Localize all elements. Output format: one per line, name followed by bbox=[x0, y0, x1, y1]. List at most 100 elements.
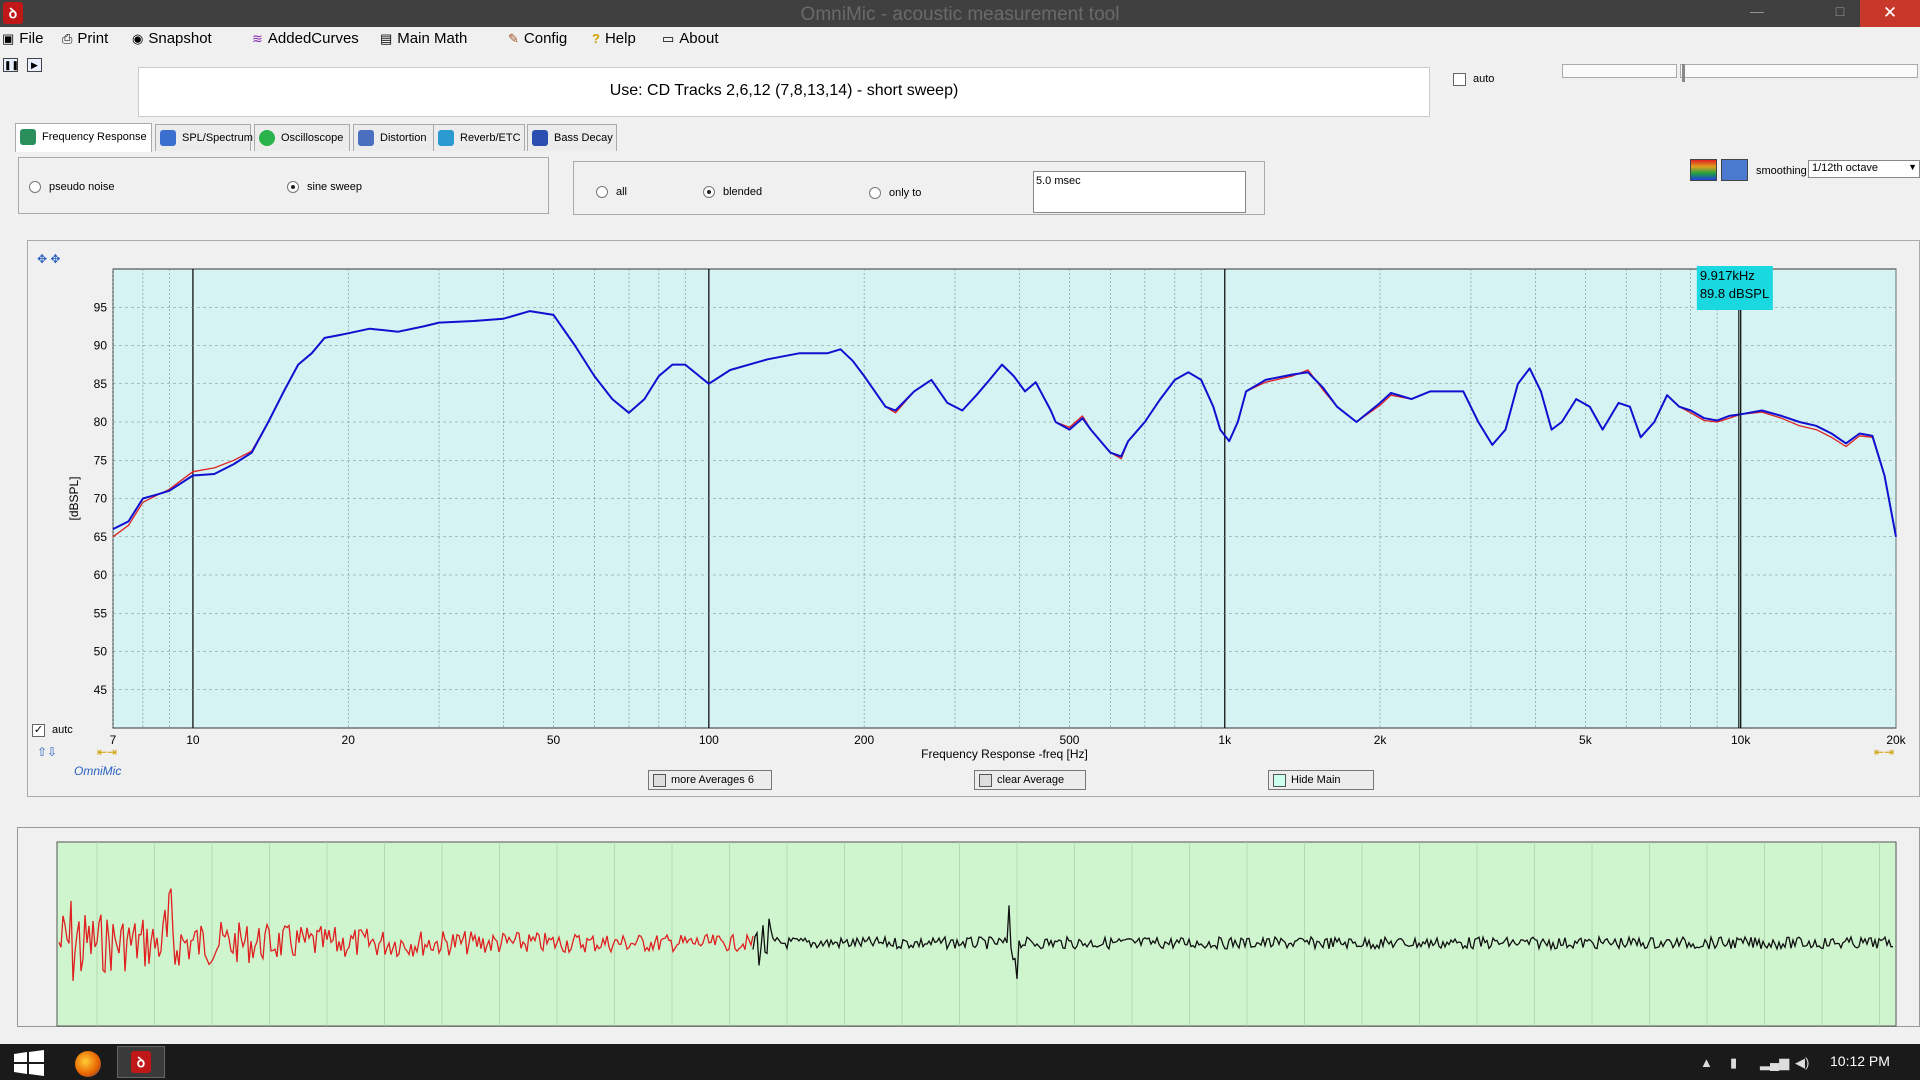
level-slider-left[interactable] bbox=[1562, 64, 1677, 78]
y-tick-label: 80 bbox=[94, 415, 108, 429]
autc-checkbox[interactable]: ✓ bbox=[32, 724, 45, 737]
hide-main-icon bbox=[1273, 774, 1286, 787]
y-shift-arrows-icon[interactable]: ⇧⇩ bbox=[37, 745, 57, 759]
impulse-response-plot[interactable] bbox=[18, 828, 1920, 1028]
x-tick-label: 500 bbox=[1059, 733, 1079, 747]
menu-label: Config bbox=[523, 30, 568, 47]
battery-icon[interactable]: ▮ bbox=[1730, 1055, 1737, 1071]
tab-label: Reverb/ETC bbox=[460, 132, 521, 144]
chevron-up-icon[interactable]: ▲ bbox=[1700, 1055, 1713, 1070]
tab-frequency-response[interactable]: Frequency Response bbox=[15, 123, 152, 152]
smoothing-label: smoothing bbox=[1756, 165, 1807, 177]
menu-print[interactable]: ⎙ Print bbox=[62, 30, 108, 50]
chevron-down-icon: ▼ bbox=[1908, 162, 1917, 172]
radio-circle bbox=[29, 181, 41, 194]
tab-label: Frequency Response bbox=[42, 131, 147, 143]
menu-snapshot[interactable]: ◉ Snapshot bbox=[132, 30, 212, 50]
x-tick-label: 50 bbox=[547, 733, 561, 747]
distortion-icon bbox=[358, 130, 374, 146]
radio-label: pseudo noise bbox=[49, 181, 115, 193]
menu-label: Help bbox=[604, 30, 636, 47]
tab-distortion[interactable]: Distortion bbox=[353, 124, 445, 151]
oscilloscope-icon bbox=[259, 130, 275, 146]
taskbar bbox=[0, 1044, 1920, 1080]
pause-icon[interactable]: ❚❚ bbox=[3, 58, 19, 72]
x-shift-left-arrows-icon[interactable]: ⇤⇥ bbox=[97, 745, 117, 759]
volume-icon[interactable]: ◀) bbox=[1795, 1055, 1809, 1071]
signal-group: pseudo noise sine sweep bbox=[18, 157, 549, 214]
sine-sweep-radio[interactable]: sine sweep bbox=[287, 181, 363, 194]
menu-about[interactable]: ▭ About bbox=[662, 30, 719, 50]
minimize-button[interactable]: — bbox=[1742, 0, 1772, 22]
menu-help[interactable]: ? Help bbox=[592, 30, 636, 50]
window-time-input[interactable]: 5.0 msec bbox=[1033, 171, 1246, 213]
x-tick-label: 100 bbox=[699, 733, 719, 747]
button-label: clear Average bbox=[997, 774, 1065, 786]
slider-thumb[interactable] bbox=[1682, 64, 1685, 82]
tab-bass-decay[interactable]: Bass Decay bbox=[527, 124, 617, 151]
clear-average-button[interactable]: clear Average bbox=[974, 770, 1086, 790]
reverb-icon bbox=[438, 130, 454, 146]
floppy-icon: ▣ bbox=[2, 31, 15, 46]
y-tick-label: 75 bbox=[94, 453, 108, 467]
frequency-response-chart[interactable]: 45505560657075808590957 10 20 50 100 200 500 1k… bbox=[28, 241, 1920, 798]
pseudo-noise-radio[interactable]: pseudo noise bbox=[29, 181, 115, 194]
menu-label: About bbox=[679, 30, 719, 47]
radio-label: blended bbox=[723, 186, 763, 198]
menu-label: Snapshot bbox=[148, 30, 212, 47]
radio-label: all bbox=[616, 186, 628, 198]
chart-panel: 45 50 55 60 65 70 75 80 85 90 95 7 10 20 50 100 200 500 1k… bbox=[27, 240, 1920, 797]
menu-file[interactable]: ▣ File bbox=[2, 30, 43, 50]
hide-main-button[interactable]: Hide Main bbox=[1268, 770, 1374, 790]
menu-addedcurves[interactable]: ≋ AddedCurves bbox=[252, 30, 359, 50]
blended-radio[interactable]: blended bbox=[703, 186, 763, 199]
menu-label: File bbox=[19, 30, 44, 47]
tab-oscilloscope[interactable]: Oscilloscope bbox=[254, 124, 350, 151]
firefox-icon[interactable] bbox=[75, 1051, 101, 1077]
maximize-button[interactable]: □ bbox=[1825, 0, 1855, 22]
more-averages-button[interactable]: more Averages 6 bbox=[648, 770, 772, 790]
camera-icon: ◉ bbox=[132, 31, 144, 46]
smoothing-select[interactable]: 1/12th octave ▼ bbox=[1808, 160, 1920, 178]
tab-spl-spectrum[interactable]: SPL/Spectrum bbox=[155, 124, 253, 151]
only-to-radio[interactable]: only to bbox=[869, 187, 921, 200]
x-tick-label: 2k bbox=[1374, 733, 1388, 747]
clock[interactable]: 10:12 PM bbox=[1830, 1053, 1890, 1069]
all-radio[interactable]: all bbox=[596, 186, 628, 199]
close-button[interactable]: ✕ bbox=[1860, 0, 1920, 27]
impulse-plot-area bbox=[56, 841, 1897, 1027]
x-tick-label: 10k bbox=[1731, 733, 1751, 747]
auto-checkbox[interactable] bbox=[1453, 73, 1466, 86]
frequency-icon bbox=[20, 129, 36, 145]
bass-decay-icon bbox=[532, 130, 548, 146]
menu-bar: ▣ File ⎙ Print ◉ Snapshot ≋ AddedCurves ▤ Mai… bbox=[0, 27, 1920, 51]
y-tick-label: 90 bbox=[94, 339, 108, 353]
x-shift-right-arrows-icon[interactable]: ⇤⇥ bbox=[1874, 745, 1894, 759]
windows-start-icon[interactable] bbox=[12, 1050, 46, 1076]
banner-text: Use: CD Tracks 2,6,12 (7,8,13,14) - shor… bbox=[609, 82, 959, 99]
zoom-arrows-icon[interactable]: ✥ ✥ bbox=[37, 252, 60, 266]
menu-label: AddedCurves bbox=[267, 30, 359, 47]
instruction-banner: Use: CD Tracks 2,6,12 (7,8,13,14) - shor… bbox=[138, 67, 1430, 117]
radio-label: sine sweep bbox=[307, 181, 363, 193]
curves-icon: ≋ bbox=[252, 31, 263, 46]
level-slider-right[interactable] bbox=[1680, 64, 1918, 78]
tab-label: Distortion bbox=[380, 132, 427, 144]
radio-circle bbox=[869, 187, 881, 200]
y-tick-label: 65 bbox=[94, 530, 108, 544]
speech-bubble-icon: ▭ bbox=[662, 31, 675, 46]
y-tick-label: 55 bbox=[94, 606, 108, 620]
signal-icon[interactable]: ▂▄▆ bbox=[1760, 1055, 1789, 1071]
tab-reverb-etc[interactable]: Reverb/ETC bbox=[433, 124, 525, 151]
smoothing-value: 1/12th octave bbox=[1812, 162, 1879, 174]
menu-main-math[interactable]: ▤ Main Math bbox=[380, 30, 467, 50]
calculator-icon: ▤ bbox=[380, 31, 393, 46]
x-tick-label: 5k bbox=[1579, 733, 1593, 747]
waterfall-icon[interactable] bbox=[1721, 159, 1748, 181]
spectrogram-icon[interactable] bbox=[1690, 159, 1717, 181]
window-title: OmniMic - acoustic measurement tool bbox=[800, 4, 1120, 25]
menu-config[interactable]: ✎ Config bbox=[508, 30, 567, 50]
menu-label: Main Math bbox=[397, 30, 468, 47]
play-icon[interactable]: ▶ bbox=[27, 58, 42, 72]
wrench-icon: ✎ bbox=[508, 31, 519, 46]
